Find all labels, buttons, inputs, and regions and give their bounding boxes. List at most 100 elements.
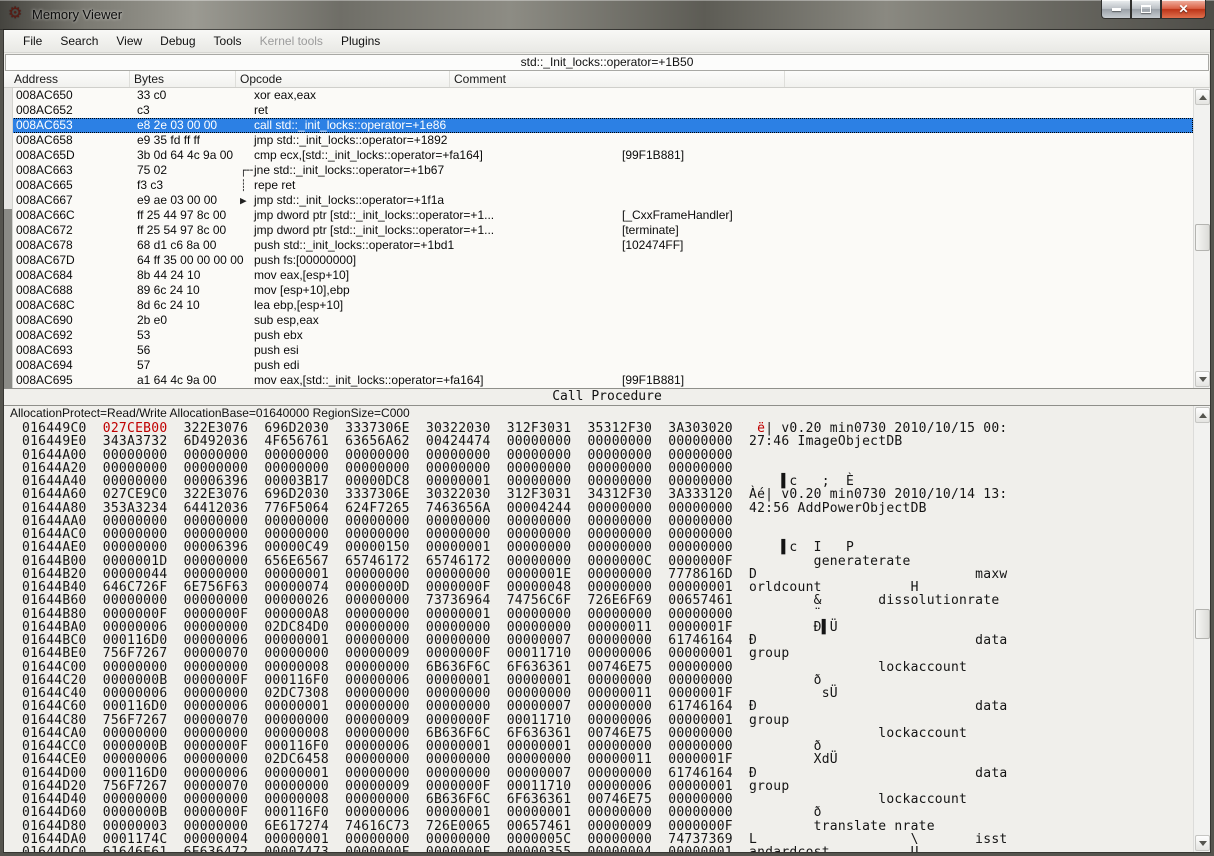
hex-address: 01644DC0 (22, 845, 103, 852)
disasm-row[interactable]: 008AC665f3 c3┊repe ret (4, 178, 1193, 193)
jump-arrow-spacer (240, 358, 254, 373)
disasm-row[interactable]: 008AC69253push ebx (4, 328, 1193, 343)
minimize-button[interactable] (1101, 0, 1131, 19)
disasm-row[interactable]: 008AC672ff 25 54 97 8c 00jmp dword ptr [… (4, 223, 1193, 238)
disasm-row[interactable]: 008AC69457push edi (4, 358, 1193, 373)
hex-row[interactable]: 01644CA0 00000000 00000000 00000008 0000… (22, 727, 1193, 740)
column-header-address[interactable]: Address (4, 71, 130, 87)
comment-text: [99F1B881] (622, 373, 684, 388)
position-indicator (4, 209, 12, 388)
menu-item-tools[interactable]: Tools (205, 32, 251, 50)
menu-item-debug[interactable]: Debug (151, 32, 204, 50)
hex-row[interactable]: 01644A00 00000000 00000000 00000000 0000… (22, 449, 1193, 462)
hex-row[interactable]: 01644B40 646C726F 6E756F63 00000074 0000… (22, 581, 1193, 594)
hex-row[interactable]: 01644BE0 756F7267 00000070 00000000 0000… (22, 647, 1193, 660)
address-cell: 008AC688 (12, 283, 137, 298)
hex-row[interactable]: 01644B80 0000000F 0000000F 000000A8 0000… (22, 608, 1193, 621)
hex-row[interactable]: 01644D80 00000003 00000000 6E617274 7461… (22, 820, 1193, 833)
hex-row[interactable]: 01644DC0 61646E61 6F636472 00007473 0000… (22, 846, 1193, 852)
hex-row[interactable]: 01644B20 00000044 00000000 00000001 0000… (22, 568, 1193, 581)
hex-row[interactable]: 01644D40 00000000 00000000 00000008 0000… (22, 793, 1193, 806)
disasm-row[interactable]: 008AC68889 6c 24 10mov [esp+10],ebp (4, 283, 1193, 298)
opcode-cell: push edi (254, 358, 1193, 373)
scroll-down-button[interactable] (1195, 371, 1210, 387)
menu-item-file[interactable]: File (14, 32, 51, 50)
comment-text: [terminate] (622, 223, 679, 238)
hex-row[interactable]: 01644B00 0000001D 00000000 656E6567 6574… (22, 555, 1193, 568)
scroll-up-button[interactable] (1195, 89, 1210, 105)
column-header-comment[interactable]: Comment (450, 71, 785, 87)
column-header-opcode[interactable]: Opcode (236, 71, 450, 87)
bytes-cell: ff 25 54 97 8c 00 (137, 223, 240, 238)
hex-dword: 00000355 (507, 845, 572, 852)
hex-row[interactable]: 016449E0 343A3732 6D492036 4F656761 6365… (22, 435, 1193, 448)
disasm-row[interactable]: 008AC652c3ret (4, 103, 1193, 118)
scrollbar-thumb[interactable] (1195, 224, 1210, 251)
opcode-text: ret (254, 103, 606, 118)
disasm-row[interactable]: 008AC68C8d 6c 24 10lea ebp,[esp+10] (4, 298, 1193, 313)
bytes-cell: 8d 6c 24 10 (137, 298, 240, 313)
menu-item-plugins[interactable]: Plugins (332, 32, 389, 50)
disasm-row-selected[interactable]: 008AC653e8 2e 03 00 00call std::_init_lo… (4, 118, 1193, 133)
hex-row[interactable]: 01644CE0 00000006 00000000 02DC6458 0000… (22, 753, 1193, 766)
menu-item-view[interactable]: View (107, 32, 151, 50)
opcode-text: jmp std::_init_locks::operator=+1f1a (254, 193, 606, 208)
disasm-row[interactable]: 008AC69356push esi (4, 343, 1193, 358)
jump-arrow-spacer (240, 253, 254, 268)
hex-row[interactable]: 01644C40 00000006 00000000 02DC7308 0000… (22, 687, 1193, 700)
jump-arrow-spacer (240, 118, 254, 133)
hex-row[interactable]: 01644DA0 0001174C 00000004 00000001 0000… (22, 833, 1193, 846)
hex-row[interactable]: 01644A60 027CE9C0 322E3076 696D2030 3337… (22, 488, 1193, 501)
menu-item-search[interactable]: Search (51, 32, 107, 50)
close-button[interactable]: ✕ (1161, 0, 1206, 19)
hex-row[interactable]: 01644A80 353A3234 64412036 776F5064 624F… (22, 502, 1193, 515)
address-cell: 008AC67D (12, 253, 137, 268)
hex-row[interactable]: 01644D00 000116D0 00000006 00000001 0000… (22, 767, 1193, 780)
disasm-row[interactable]: 008AC67868 d1 c6 8a 00push std::_init_lo… (4, 238, 1193, 253)
scroll-down-button[interactable] (1195, 835, 1210, 851)
address-cell: 008AC672 (12, 223, 137, 238)
hex-row[interactable]: 01644AA0 00000000 00000000 00000000 0000… (22, 515, 1193, 528)
scrollbar-thumb[interactable] (1195, 609, 1210, 639)
jump-arrow-spacer (240, 88, 254, 103)
column-header-bytes[interactable]: Bytes (130, 71, 236, 87)
scroll-up-button[interactable] (1195, 407, 1210, 423)
disasm-vertical-scrollbar[interactable] (1193, 88, 1210, 388)
disasm-row[interactable]: 008AC695a1 64 4c 9a 00mov eax,[std::_ini… (4, 373, 1193, 388)
disasm-row[interactable]: 008AC6848b 44 24 10mov eax,[esp+10] (4, 268, 1193, 283)
disasm-row[interactable]: 008AC66Cff 25 44 97 8c 00jmp dword ptr [… (4, 208, 1193, 223)
hex-row[interactable]: 01644B60 00000000 00000000 00000026 0000… (22, 594, 1193, 607)
jump-arrow-spacer (240, 133, 254, 148)
disasm-row[interactable]: 008AC66375 02┌╌jne std::_init_locks::ope… (4, 163, 1193, 178)
hex-dword: 00000004 (587, 845, 652, 852)
bytes-cell: 57 (137, 358, 240, 373)
hex-row[interactable]: 01644BC0 000116D0 00000006 00000001 0000… (22, 634, 1193, 647)
hexdump-vertical-scrollbar[interactable] (1193, 406, 1210, 852)
hex-row[interactable]: 01644C80 756F7267 00000070 00000000 0000… (22, 714, 1193, 727)
hex-ascii: andardcost U (749, 845, 919, 852)
disasm-row[interactable]: 008AC667e9 ae 03 00 00▶jmp std::_init_lo… (4, 193, 1193, 208)
disassembly-rows: 008AC65033 c0xor eax,eax008AC652c3ret008… (4, 88, 1193, 388)
hex-row[interactable]: 01644C00 00000000 00000000 00000008 0000… (22, 661, 1193, 674)
title-bar[interactable]: ⚙ Memory Viewer ✕ (0, 0, 1214, 30)
disasm-row[interactable]: 008AC658e9 35 fd ff ffjmp std::_init_loc… (4, 133, 1193, 148)
hex-row[interactable]: 01644C20 0000000B 0000000F 000116F0 0000… (22, 674, 1193, 687)
opcode-cell: mov eax,[std::_init_locks::operator=+fa1… (254, 373, 1193, 388)
maximize-button[interactable] (1131, 0, 1161, 19)
hex-row[interactable]: 01644C60 000116D0 00000006 00000001 0000… (22, 700, 1193, 713)
hex-row[interactable]: 01644D20 756F7267 00000070 00000000 0000… (22, 780, 1193, 793)
disasm-row[interactable]: 008AC65033 c0xor eax,eax (4, 88, 1193, 103)
bytes-cell: 64 ff 35 00 00 00 00 (137, 253, 240, 268)
disasm-row[interactable]: 008AC67D64 ff 35 00 00 00 00push fs:[000… (4, 253, 1193, 268)
hex-row[interactable]: 01644BA0 00000006 00000000 02DC84D0 0000… (22, 621, 1193, 634)
hex-row[interactable]: 01644A20 00000000 00000000 00000000 0000… (22, 462, 1193, 475)
hex-row[interactable]: 01644AE0 00000000 00006396 00000C49 0000… (22, 541, 1193, 554)
hex-row[interactable]: 016449C0 027CEB00 322E3076 696D2030 3337… (22, 422, 1193, 435)
opcode-cell: repe ret (254, 178, 1193, 193)
disasm-row[interactable]: 008AC65D3b 0d 64 4c 9a 00cmp ecx,[std::_… (4, 148, 1193, 163)
disasm-row[interactable]: 008AC6902b e0sub esp,eax (4, 313, 1193, 328)
opcode-text: mov eax,[std::_init_locks::operator=+fa1… (254, 373, 606, 388)
opcode-cell: mov [esp+10],ebp (254, 283, 1193, 298)
hex-row[interactable]: 01644D60 0000000B 0000000F 000116F0 0000… (22, 806, 1193, 819)
bytes-cell: 8b 44 24 10 (137, 268, 240, 283)
